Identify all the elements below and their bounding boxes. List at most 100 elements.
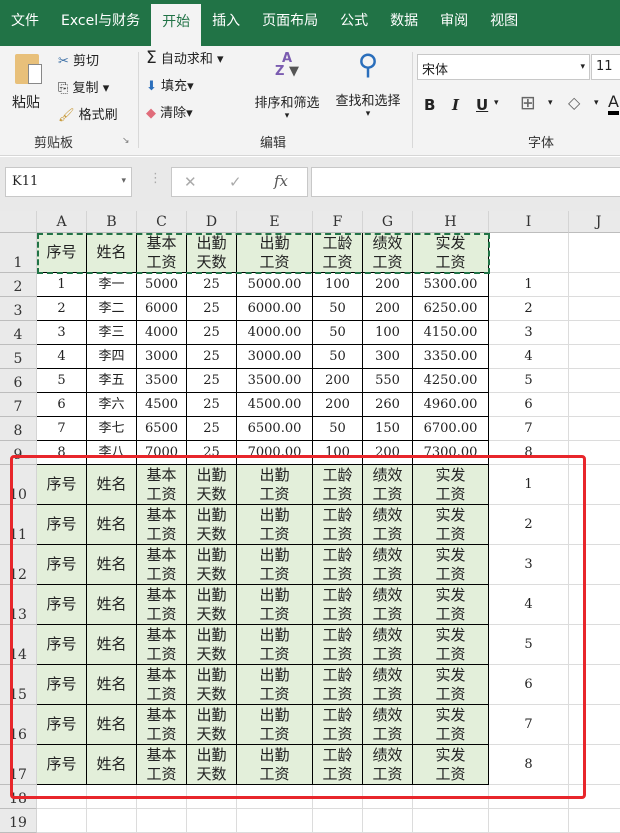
cell-C7[interactable]: 4500	[137, 393, 187, 417]
cell-B6[interactable]: 李五	[87, 369, 137, 393]
enter-icon[interactable]: ✓	[229, 173, 242, 191]
cell-D8[interactable]: 25	[187, 417, 237, 441]
cell-G8[interactable]: 150	[363, 417, 413, 441]
cell-C6[interactable]: 3500	[137, 369, 187, 393]
cell-I3[interactable]: 2	[489, 297, 569, 321]
cell-I6[interactable]: 5	[489, 369, 569, 393]
cell-I4[interactable]: 3	[489, 321, 569, 345]
cell-A19[interactable]	[37, 809, 87, 833]
cell-F4[interactable]: 50	[313, 321, 363, 345]
column-header-D[interactable]: D	[187, 211, 237, 233]
select-all-button[interactable]	[0, 211, 37, 233]
column-header-F[interactable]: F	[313, 211, 363, 233]
sort-filter-button[interactable]: AZ ▼ 排序和筛选 ▾	[248, 52, 326, 121]
name-box[interactable]: K11 ▾	[5, 167, 132, 197]
row-header-5[interactable]: 5	[0, 345, 37, 369]
cell-E2[interactable]: 5000.00	[237, 273, 313, 297]
cell-H5[interactable]: 3350.00	[413, 345, 489, 369]
format-painter-button[interactable]: 🖌 格式刷	[58, 104, 118, 123]
insert-function-icon[interactable]: fx	[274, 172, 288, 190]
column-header-E[interactable]: E	[237, 211, 313, 233]
cell-E4[interactable]: 4000.00	[237, 321, 313, 345]
cell-A7[interactable]: 6	[37, 393, 87, 417]
row-header-3[interactable]: 3	[0, 297, 37, 321]
dialog-launcher-icon[interactable]: ↘	[122, 136, 130, 146]
cell-D5[interactable]: 25	[187, 345, 237, 369]
cell-G6[interactable]: 550	[363, 369, 413, 393]
cell-H7[interactable]: 4960.00	[413, 393, 489, 417]
cell-C19[interactable]	[137, 809, 187, 833]
tab-7[interactable]: 审阅	[429, 0, 479, 46]
cell-H2[interactable]: 5300.00	[413, 273, 489, 297]
cell-J1[interactable]	[569, 233, 620, 273]
cell-D7[interactable]: 25	[187, 393, 237, 417]
cell-G7[interactable]: 260	[363, 393, 413, 417]
cell-E5[interactable]: 3000.00	[237, 345, 313, 369]
column-header-H[interactable]: H	[413, 211, 489, 233]
cell-H4[interactable]: 4150.00	[413, 321, 489, 345]
cell-E19[interactable]	[237, 809, 313, 833]
cell-J4[interactable]	[569, 321, 620, 345]
cell-J8[interactable]	[569, 417, 620, 441]
find-select-button[interactable]: ⚲ 查找和选择 ▾	[329, 48, 407, 119]
font-name-select[interactable]: 宋体 ▾	[417, 54, 590, 80]
cell-I8[interactable]: 7	[489, 417, 569, 441]
cell-F5[interactable]: 50	[313, 345, 363, 369]
cell-B7[interactable]: 李六	[87, 393, 137, 417]
cancel-icon[interactable]: ✕	[184, 173, 197, 191]
cut-button[interactable]: ✂ 剪切	[58, 50, 99, 69]
cell-A4[interactable]: 3	[37, 321, 87, 345]
tab-3[interactable]: 插入	[201, 0, 251, 46]
cell-G19[interactable]	[363, 809, 413, 833]
column-header-I[interactable]: I	[489, 211, 569, 233]
row-header-1[interactable]: 1	[0, 233, 37, 273]
formula-input[interactable]	[311, 167, 620, 197]
cell-D19[interactable]	[187, 809, 237, 833]
cell-E6[interactable]: 3500.00	[237, 369, 313, 393]
cell-J2[interactable]	[569, 273, 620, 297]
bold-button[interactable]: B	[424, 96, 435, 114]
cell-F7[interactable]: 200	[313, 393, 363, 417]
paste-button[interactable]: 粘贴	[12, 50, 46, 120]
cell-I5[interactable]: 4	[489, 345, 569, 369]
cell-F3[interactable]: 50	[313, 297, 363, 321]
cell-B2[interactable]: 李一	[87, 273, 137, 297]
cell-B19[interactable]	[87, 809, 137, 833]
row-header-2[interactable]: 2	[0, 273, 37, 297]
cell-I2[interactable]: 1	[489, 273, 569, 297]
cell-E8[interactable]: 6500.00	[237, 417, 313, 441]
column-header-J[interactable]: J	[569, 211, 620, 233]
cell-H6[interactable]: 4250.00	[413, 369, 489, 393]
fill-color-icon[interactable]: ◇	[568, 93, 580, 112]
row-header-4[interactable]: 4	[0, 321, 37, 345]
autosum-button[interactable]: Σ 自动求和 ▾	[146, 48, 224, 68]
cell-C8[interactable]: 6500	[137, 417, 187, 441]
cell-J6[interactable]	[569, 369, 620, 393]
cell-I19[interactable]	[489, 809, 569, 833]
borders-icon[interactable]: ⊞	[520, 92, 536, 114]
tab-6[interactable]: 数据	[379, 0, 429, 46]
cell-E3[interactable]: 6000.00	[237, 297, 313, 321]
tab-1[interactable]: Excel与财务	[50, 0, 151, 46]
cell-G3[interactable]: 200	[363, 297, 413, 321]
cell-A8[interactable]: 7	[37, 417, 87, 441]
cell-A5[interactable]: 4	[37, 345, 87, 369]
cell-G2[interactable]: 200	[363, 273, 413, 297]
cell-J7[interactable]	[569, 393, 620, 417]
tab-4[interactable]: 页面布局	[251, 0, 329, 46]
tab-8[interactable]: 视图	[479, 0, 529, 46]
row-header-7[interactable]: 7	[0, 393, 37, 417]
underline-button[interactable]: U	[476, 96, 488, 114]
cell-J3[interactable]	[569, 297, 620, 321]
copy-button[interactable]: ⎘ 复制 ▾	[58, 77, 109, 96]
fill-button[interactable]: ⬇ 填充▾	[146, 75, 194, 94]
row-header-19[interactable]: 19	[0, 809, 37, 833]
cell-D2[interactable]: 25	[187, 273, 237, 297]
column-header-G[interactable]: G	[363, 211, 413, 233]
cell-G4[interactable]: 100	[363, 321, 413, 345]
cell-D4[interactable]: 25	[187, 321, 237, 345]
column-header-A[interactable]: A	[37, 211, 87, 233]
clear-button[interactable]: ◆ 清除▾	[146, 102, 193, 121]
cell-H8[interactable]: 6700.00	[413, 417, 489, 441]
drag-handle-icon[interactable]: ⋮	[149, 171, 162, 186]
